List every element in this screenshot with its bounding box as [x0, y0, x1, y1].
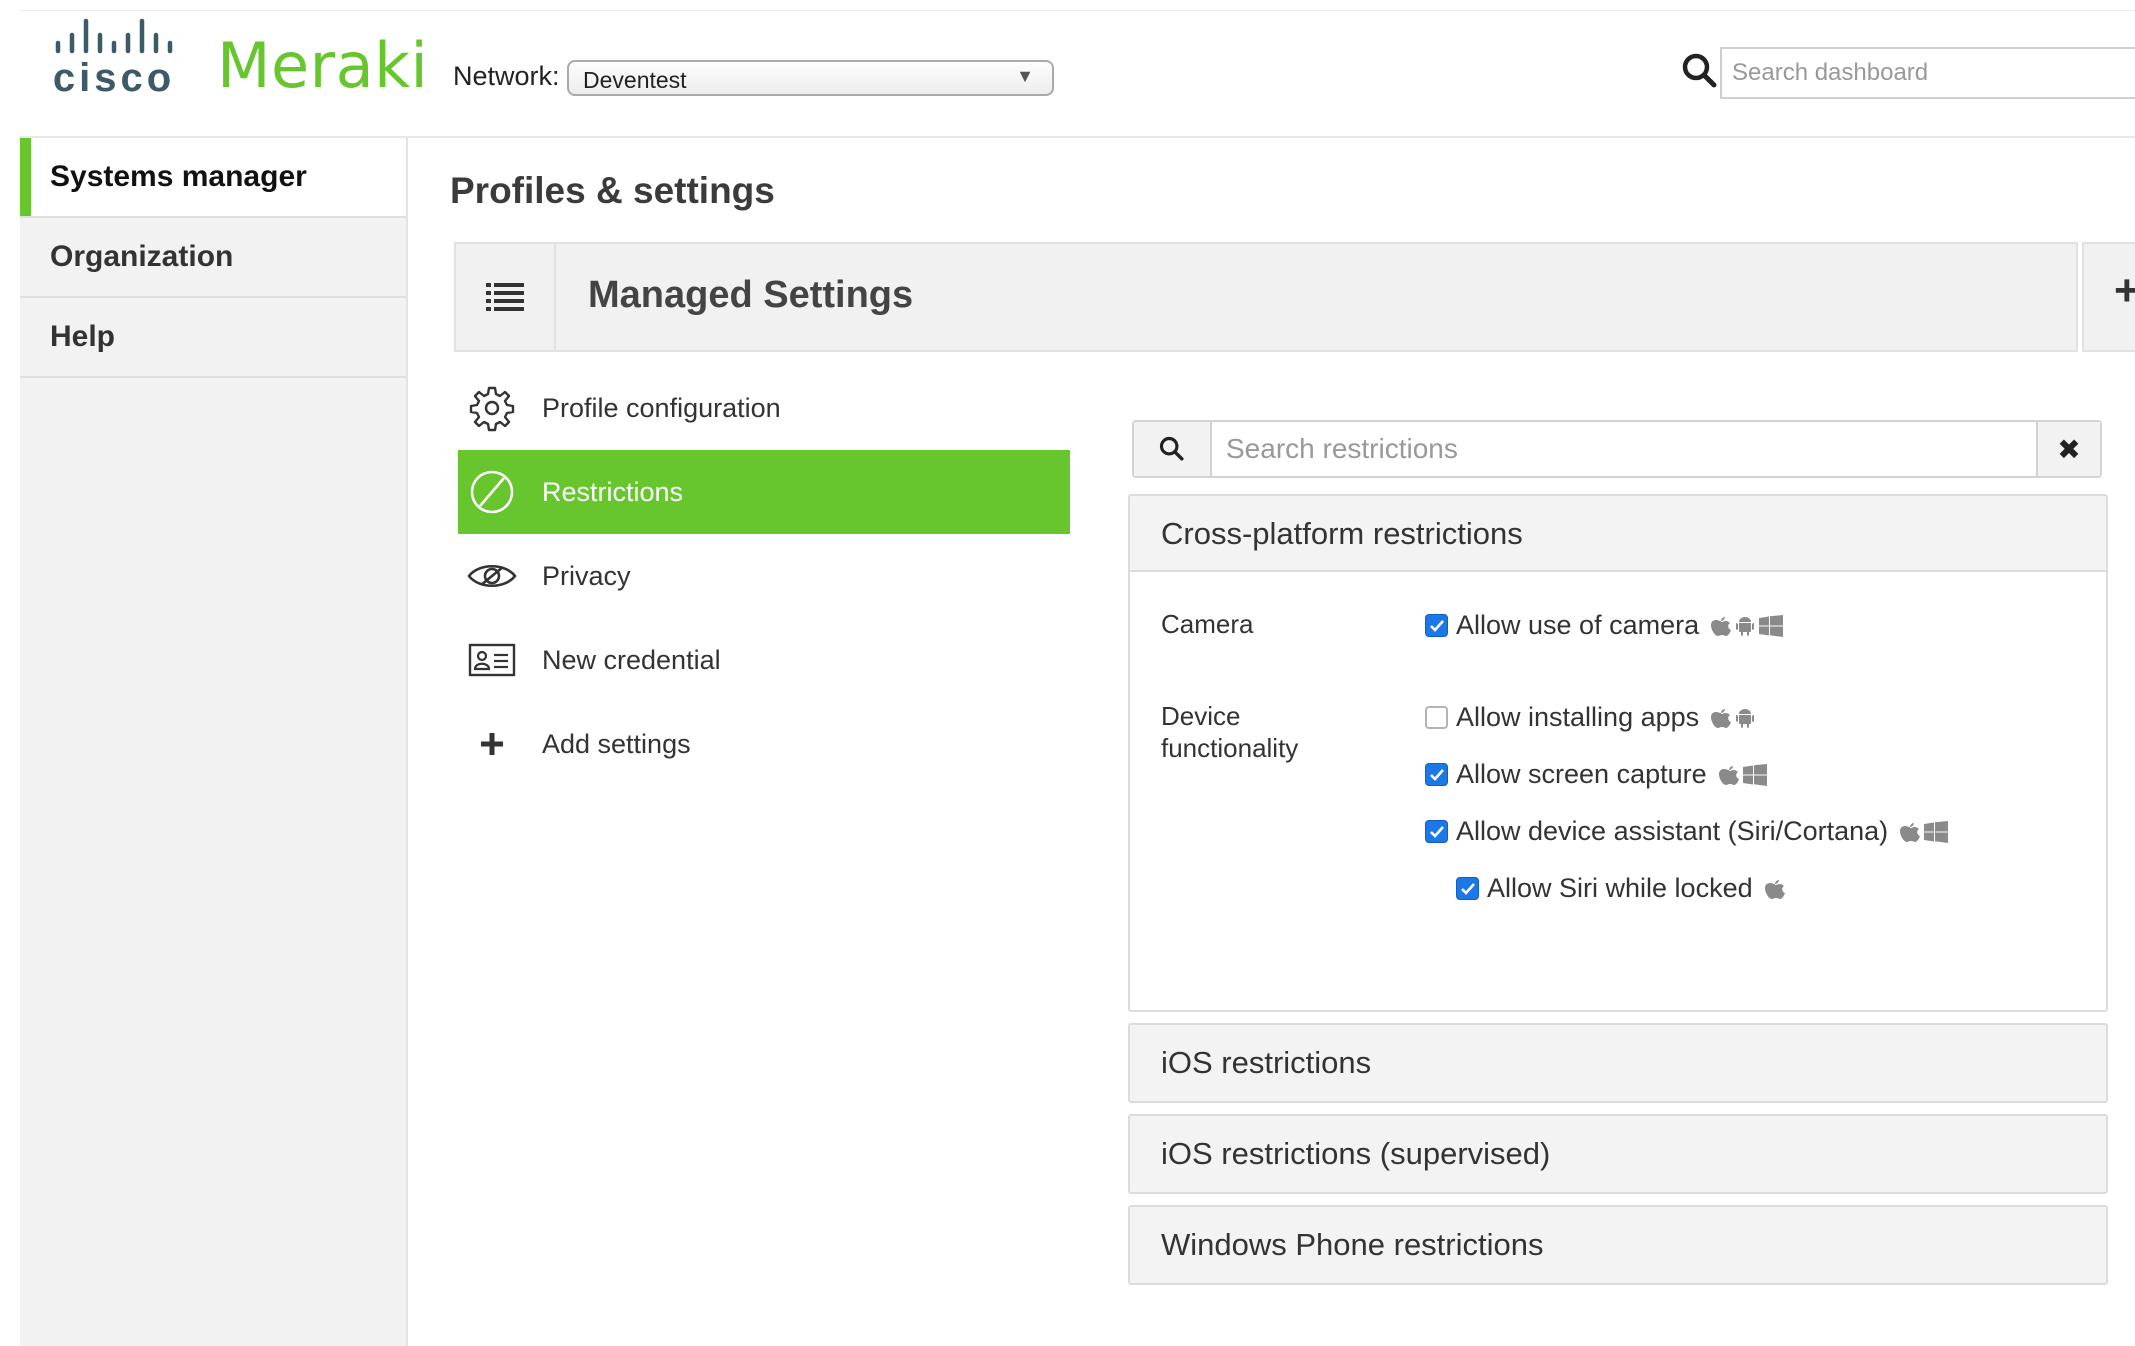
- option-label: Allow screen capture: [1456, 759, 1707, 789]
- cisco-wordmark: cisco: [53, 56, 175, 100]
- search-dashboard-input[interactable]: [1720, 47, 2135, 99]
- restricted-icon: [462, 450, 522, 534]
- settings-nav-restrictions[interactable]: Restrictions: [458, 450, 1070, 534]
- page-title: Profiles & settings: [450, 170, 775, 211]
- settings-nav: Profile configuration Restrictions Priva…: [458, 366, 1070, 786]
- eye-icon: [462, 534, 522, 618]
- option-label: Allow use of camera: [1456, 610, 1700, 640]
- plus-icon: [462, 702, 522, 786]
- checkbox-checked[interactable]: [1425, 763, 1448, 786]
- plus-icon: +: [2114, 266, 2135, 315]
- restrictions-search-input[interactable]: [1224, 430, 1944, 468]
- apple-icon: [1764, 879, 1785, 899]
- settings-nav-new-credential[interactable]: New credential: [458, 618, 1070, 702]
- network-label: Network:: [453, 61, 560, 91]
- panel-header[interactable]: iOS restrictions (supervised): [1130, 1116, 2106, 1192]
- platform-icons: [1711, 614, 1784, 637]
- panel-ios-restrictions[interactable]: iOS restrictions: [1128, 1023, 2108, 1103]
- list-icon: [486, 283, 524, 311]
- panel-header[interactable]: Windows Phone restrictions: [1130, 1207, 2106, 1283]
- settings-nav-label: Add settings: [542, 728, 691, 759]
- android-icon: [1736, 616, 1755, 636]
- meraki-logo: Meraki: [217, 29, 429, 102]
- settings-nav-privacy[interactable]: Privacy: [458, 534, 1070, 618]
- panel-body: Camera Device functionality Allow use of…: [1130, 572, 2106, 1000]
- platform-icons: [1764, 878, 1785, 900]
- restrictions-search: ✖: [1132, 420, 2102, 478]
- android-icon: [1736, 708, 1755, 728]
- settings-nav-label: New credential: [542, 644, 721, 675]
- sidebar-item-label: Organization: [50, 240, 234, 273]
- device-functionality-label-line1: Device: [1161, 701, 1241, 731]
- option-allow-device-assistant[interactable]: Allow device assistant (Siri/Cortana): [1425, 816, 1949, 847]
- close-icon: ✖: [2057, 433, 2081, 465]
- option-label: Allow installing apps: [1456, 702, 1700, 732]
- search-icon[interactable]: [1680, 51, 1720, 91]
- apple-icon: [1718, 765, 1739, 785]
- checkbox-checked[interactable]: [1456, 877, 1479, 900]
- sidebar-item-label: Help: [50, 320, 116, 353]
- windows-icon: [1742, 763, 1767, 786]
- clear-search-button[interactable]: ✖: [2036, 422, 2100, 476]
- option-label: Allow Siri while locked: [1487, 873, 1753, 903]
- chevron-down-icon: ▼: [1016, 66, 1034, 86]
- panel-cross-platform-restrictions: Cross-platform restrictions Camera Devic…: [1128, 494, 2108, 1012]
- sidebar-item-label: Systems manager: [50, 160, 307, 193]
- search-icon: [1159, 436, 1184, 461]
- option-allow-siri-while-locked[interactable]: Allow Siri while locked: [1456, 873, 1785, 904]
- add-profile-button[interactable]: +: [2082, 242, 2135, 352]
- settings-nav-label: Restrictions: [542, 476, 684, 507]
- restrictions-search-button[interactable]: [1134, 422, 1212, 476]
- panel-header[interactable]: Cross-platform restrictions: [1130, 496, 2106, 572]
- checkbox-checked[interactable]: [1425, 614, 1448, 637]
- option-allow-screen-capture[interactable]: Allow screen capture: [1425, 759, 1767, 790]
- apple-icon: [1711, 616, 1732, 636]
- cisco-logo: cisco: [53, 18, 175, 100]
- option-allow-installing-apps[interactable]: Allow installing apps: [1425, 702, 1755, 733]
- profile-title: Managed Settings: [588, 274, 914, 316]
- checkbox-checked[interactable]: [1425, 820, 1448, 843]
- top-header: cisco Meraki Network: Deventest ▼: [20, 10, 2135, 138]
- network-select[interactable]: Deventest ▼: [567, 60, 1054, 96]
- platform-icons: [1711, 707, 1755, 729]
- settings-nav-label: Profile configuration: [542, 392, 781, 423]
- checkbox-unchecked[interactable]: [1425, 706, 1448, 729]
- id-card-icon: [462, 618, 522, 702]
- panel-ios-restrictions-supervised[interactable]: iOS restrictions (supervised): [1128, 1114, 2108, 1194]
- windows-icon: [1759, 614, 1784, 637]
- sidebar-item-help[interactable]: Help: [20, 298, 406, 378]
- gear-icon: [462, 366, 522, 450]
- device-functionality-label-line2: functionality: [1161, 733, 1299, 763]
- apple-icon: [1900, 822, 1921, 842]
- camera-label: Camera: [1161, 609, 1254, 639]
- sidebar: Systems manager Organization Help: [20, 138, 408, 1346]
- platform-icons: [1900, 820, 1949, 843]
- sidebar-item-organization[interactable]: Organization: [20, 218, 406, 298]
- platform-icons: [1718, 763, 1767, 786]
- profile-bar: Managed Settings: [454, 242, 2078, 352]
- settings-nav-add-settings[interactable]: Add settings: [458, 702, 1070, 786]
- network-select-value: Deventest: [583, 67, 687, 93]
- panel-header[interactable]: iOS restrictions: [1130, 1025, 2106, 1101]
- apple-icon: [1711, 708, 1732, 728]
- profile-list-button[interactable]: [456, 244, 556, 350]
- settings-nav-label: Privacy: [542, 560, 631, 591]
- windows-icon: [1924, 820, 1949, 843]
- settings-nav-profile-configuration[interactable]: Profile configuration: [458, 366, 1070, 450]
- panel-windows-phone-restrictions[interactable]: Windows Phone restrictions: [1128, 1205, 2108, 1285]
- sidebar-item-systems-manager[interactable]: Systems manager: [20, 138, 406, 218]
- option-allow-camera[interactable]: Allow use of camera: [1425, 610, 1784, 641]
- option-label: Allow device assistant (Siri/Cortana): [1456, 816, 1889, 846]
